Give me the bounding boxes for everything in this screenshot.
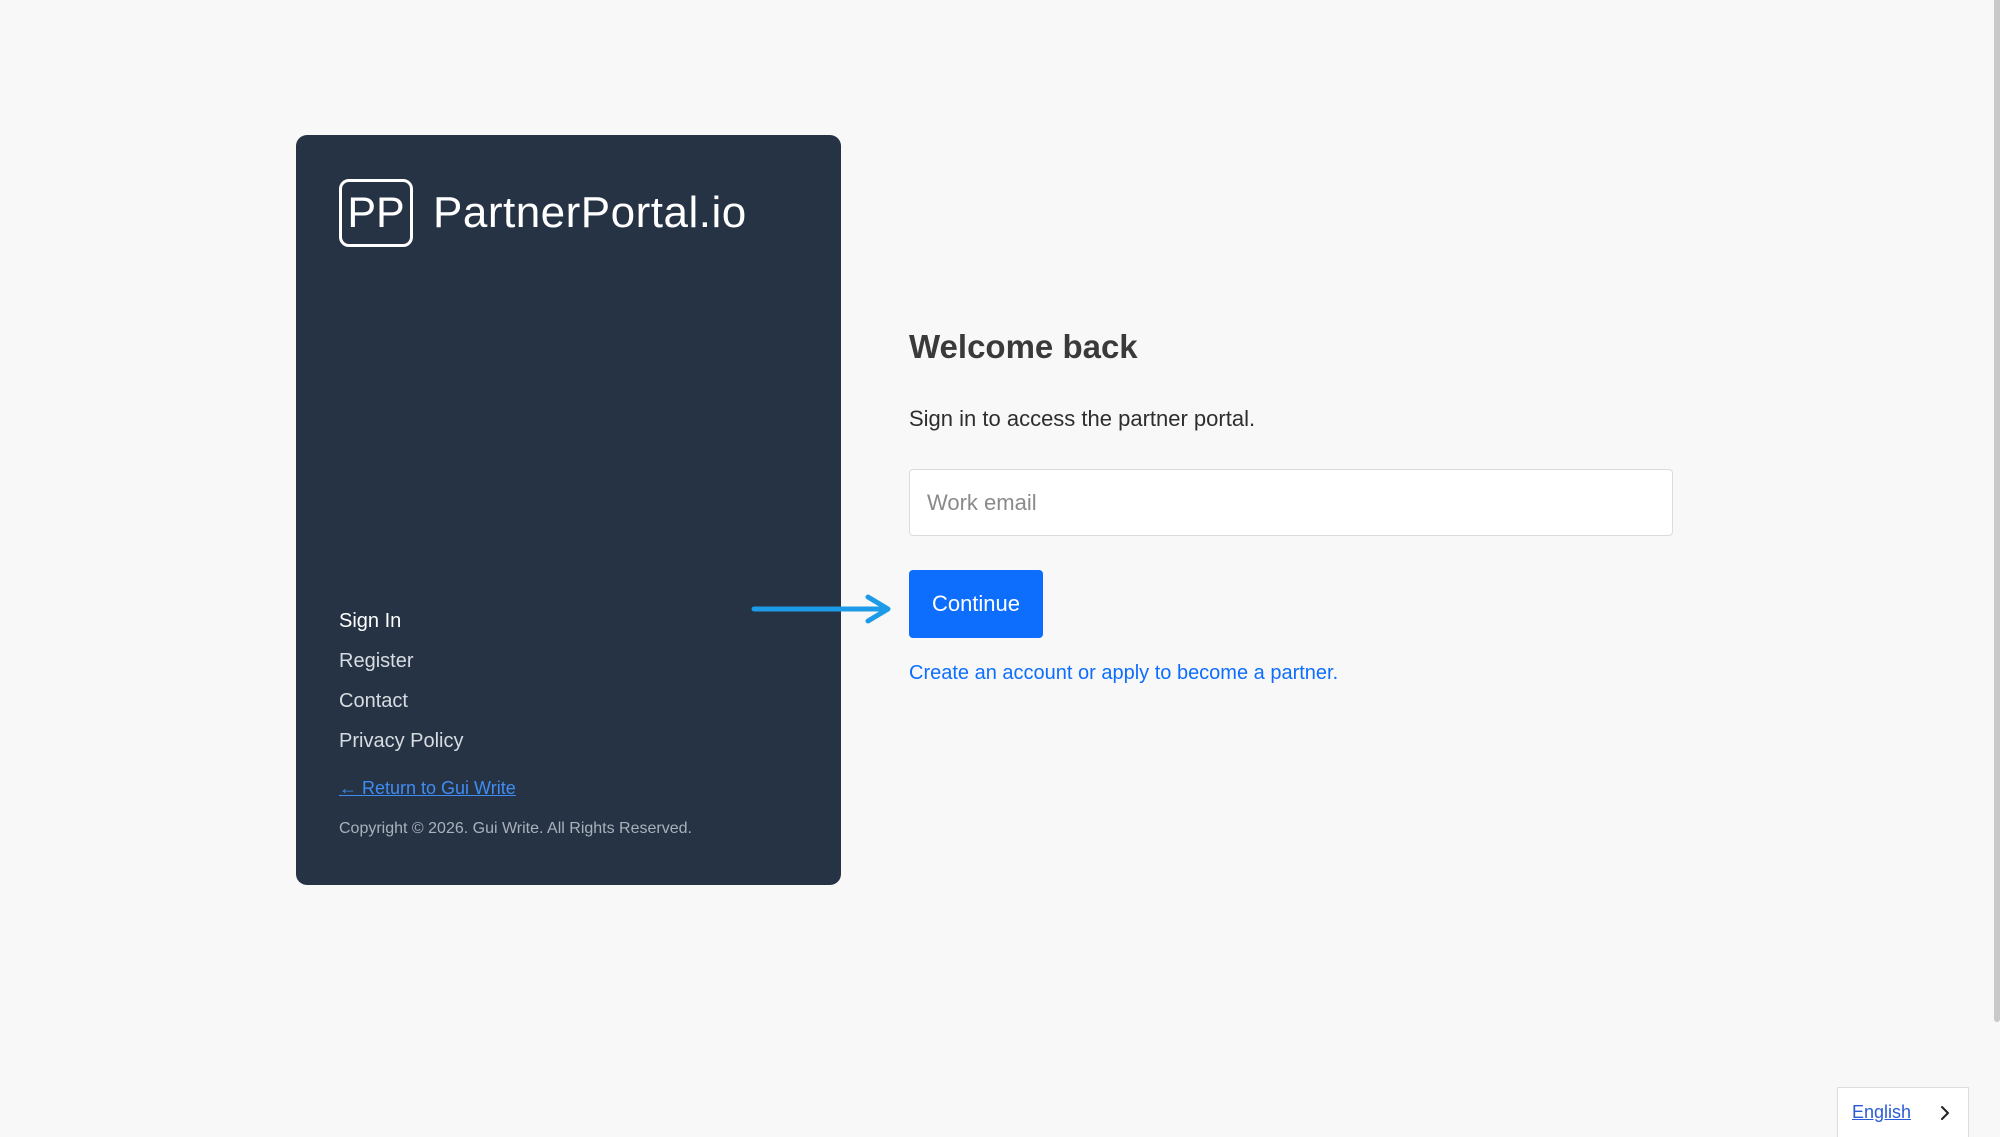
nav-item-register[interactable]: Register [339,641,463,681]
nav-item-sign-in[interactable]: Sign In [339,601,463,641]
page-subtitle: Sign in to access the partner portal. [909,406,1256,431]
brand-name: PartnerPortal.io [433,188,747,237]
copyright-text: Copyright © 2026. Gui Write. All Rights … [339,820,692,837]
arrow-right-icon [751,594,891,624]
page-title: Welcome back [909,328,1138,365]
logo-mark: PP [339,179,413,247]
create-account-link[interactable]: Create an account or apply to become a p… [909,662,1338,685]
scrollbar[interactable] [1994,0,2000,1022]
email-field[interactable] [909,469,1673,536]
nav-item-contact[interactable]: Contact [339,681,463,721]
brand-panel: PP PartnerPortal.io Sign In Register Con… [296,135,841,885]
return-link[interactable]: ← Return to Gui Write [339,778,516,799]
chevron-right-icon [1941,1106,1949,1120]
brand-logo[interactable]: PP PartnerPortal.io [339,179,747,247]
language-selector[interactable]: English [1837,1087,1969,1137]
continue-button[interactable]: Continue [909,570,1043,638]
nav-item-privacy-policy[interactable]: Privacy Policy [339,721,463,761]
language-label[interactable]: English [1852,1102,1911,1123]
panel-nav: Sign In Register Contact Privacy Policy [339,601,463,761]
